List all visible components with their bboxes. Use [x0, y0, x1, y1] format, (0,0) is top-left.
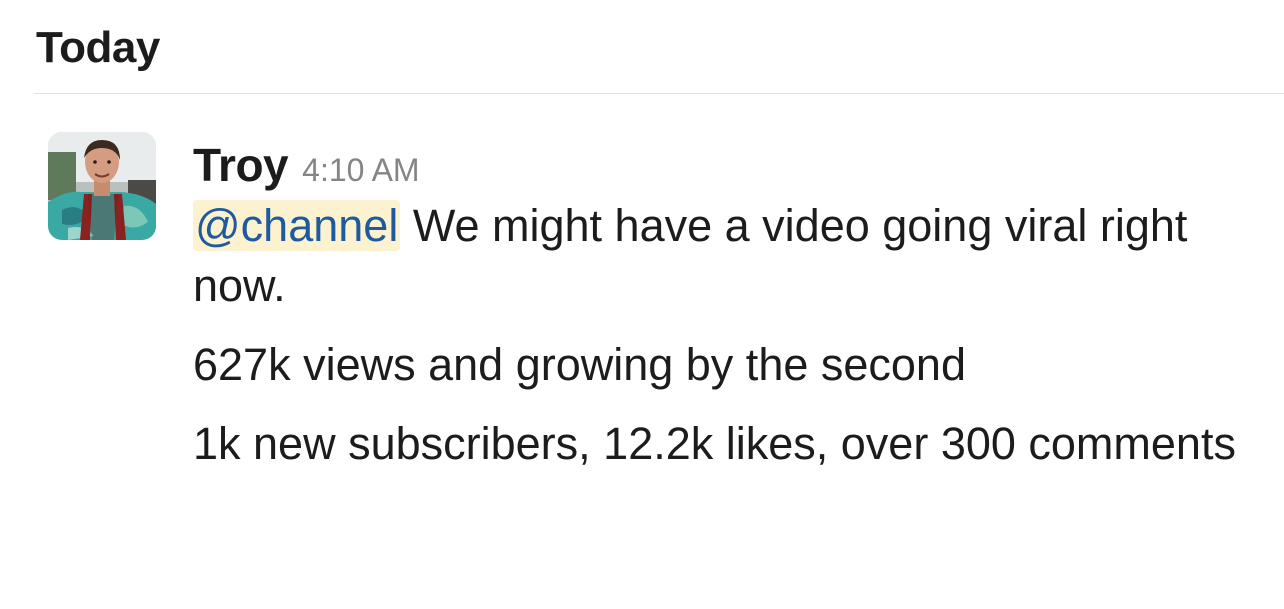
message-timestamp[interactable]: 4:10 AM: [302, 152, 419, 189]
message-item[interactable]: Troy 4:10 AM @channel We might have a vi…: [0, 94, 1284, 609]
day-divider-label: Today: [36, 23, 160, 72]
message-paragraph: @channel We might have a video going vir…: [193, 196, 1253, 316]
sender-name[interactable]: Troy: [193, 134, 289, 196]
message-text: @channel We might have a video going vir…: [193, 196, 1253, 474]
message-content: Troy 4:10 AM @channel We might have a vi…: [193, 134, 1253, 474]
message-paragraph: 627k views and growing by the second: [193, 339, 966, 390]
user-avatar[interactable]: [48, 132, 156, 240]
channel-mention[interactable]: @channel: [193, 200, 401, 251]
message-header: Troy 4:10 AM: [193, 134, 1253, 196]
message-paragraph: 1k new subscribers, 12.2k likes, over 30…: [193, 418, 1236, 469]
user-avatar-photo: [48, 132, 156, 240]
